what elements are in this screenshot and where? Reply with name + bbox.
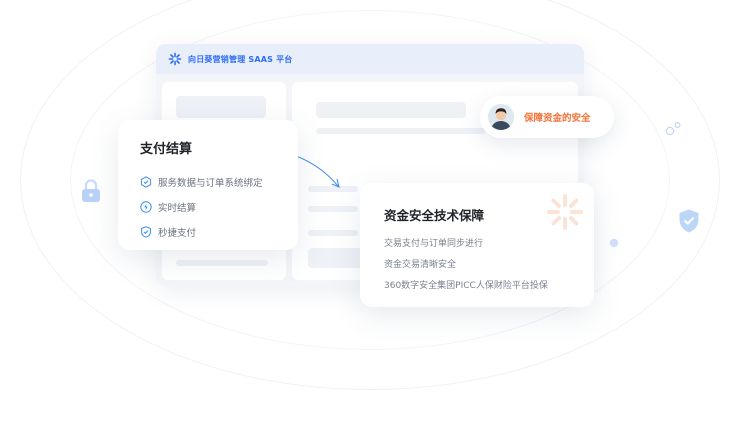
fund-security-line: 资金交易清晰安全 — [384, 260, 457, 270]
payment-card-title: 支付结算 — [140, 142, 193, 157]
avatar — [488, 104, 514, 130]
bubbles-icon — [664, 120, 684, 142]
fund-security-line: 360数字安全集团PICC人保财险平台投保 — [384, 281, 548, 291]
security-badge-label: 保障资金的安全 — [524, 113, 591, 124]
sunflower-logo-icon — [168, 52, 182, 66]
lightning-icon — [140, 200, 152, 213]
payment-settlement-card: 支付结算 服务数据与订单系统绑定 实时结算 秒捷支付 — [118, 120, 298, 250]
shield-check-decor-icon — [677, 208, 701, 238]
hexagon-shield-icon — [140, 175, 152, 188]
security-badge: 保障资金的安全 — [480, 96, 614, 138]
payment-feature-label: 实时结算 — [158, 202, 197, 214]
payment-feature-item: 服务数据与订单系统绑定 — [140, 169, 298, 194]
payment-feature-label: 服务数据与订单系统绑定 — [158, 177, 263, 189]
dashboard-header: 向日葵营销管理 SAAS 平台 — [156, 44, 584, 74]
dashboard-title: 向日葵营销管理 SAAS 平台 — [188, 54, 293, 64]
payment-feature-item: 实时结算 — [140, 194, 298, 219]
fund-security-line: 交易支付与订单同步进行 — [384, 239, 484, 249]
padlock-icon — [80, 178, 102, 208]
payment-feature-item: 秒捷支付 — [140, 219, 298, 244]
payment-feature-label: 秒捷支付 — [158, 227, 197, 239]
shield-check-icon — [140, 225, 152, 238]
dot-decor-icon — [609, 233, 619, 252]
fund-security-card: 资金安全技术保障 交易支付与订单同步进行 资金交易清晰安全 360数字安全集团P… — [360, 183, 594, 307]
sunflower-watermark-icon — [547, 194, 583, 230]
